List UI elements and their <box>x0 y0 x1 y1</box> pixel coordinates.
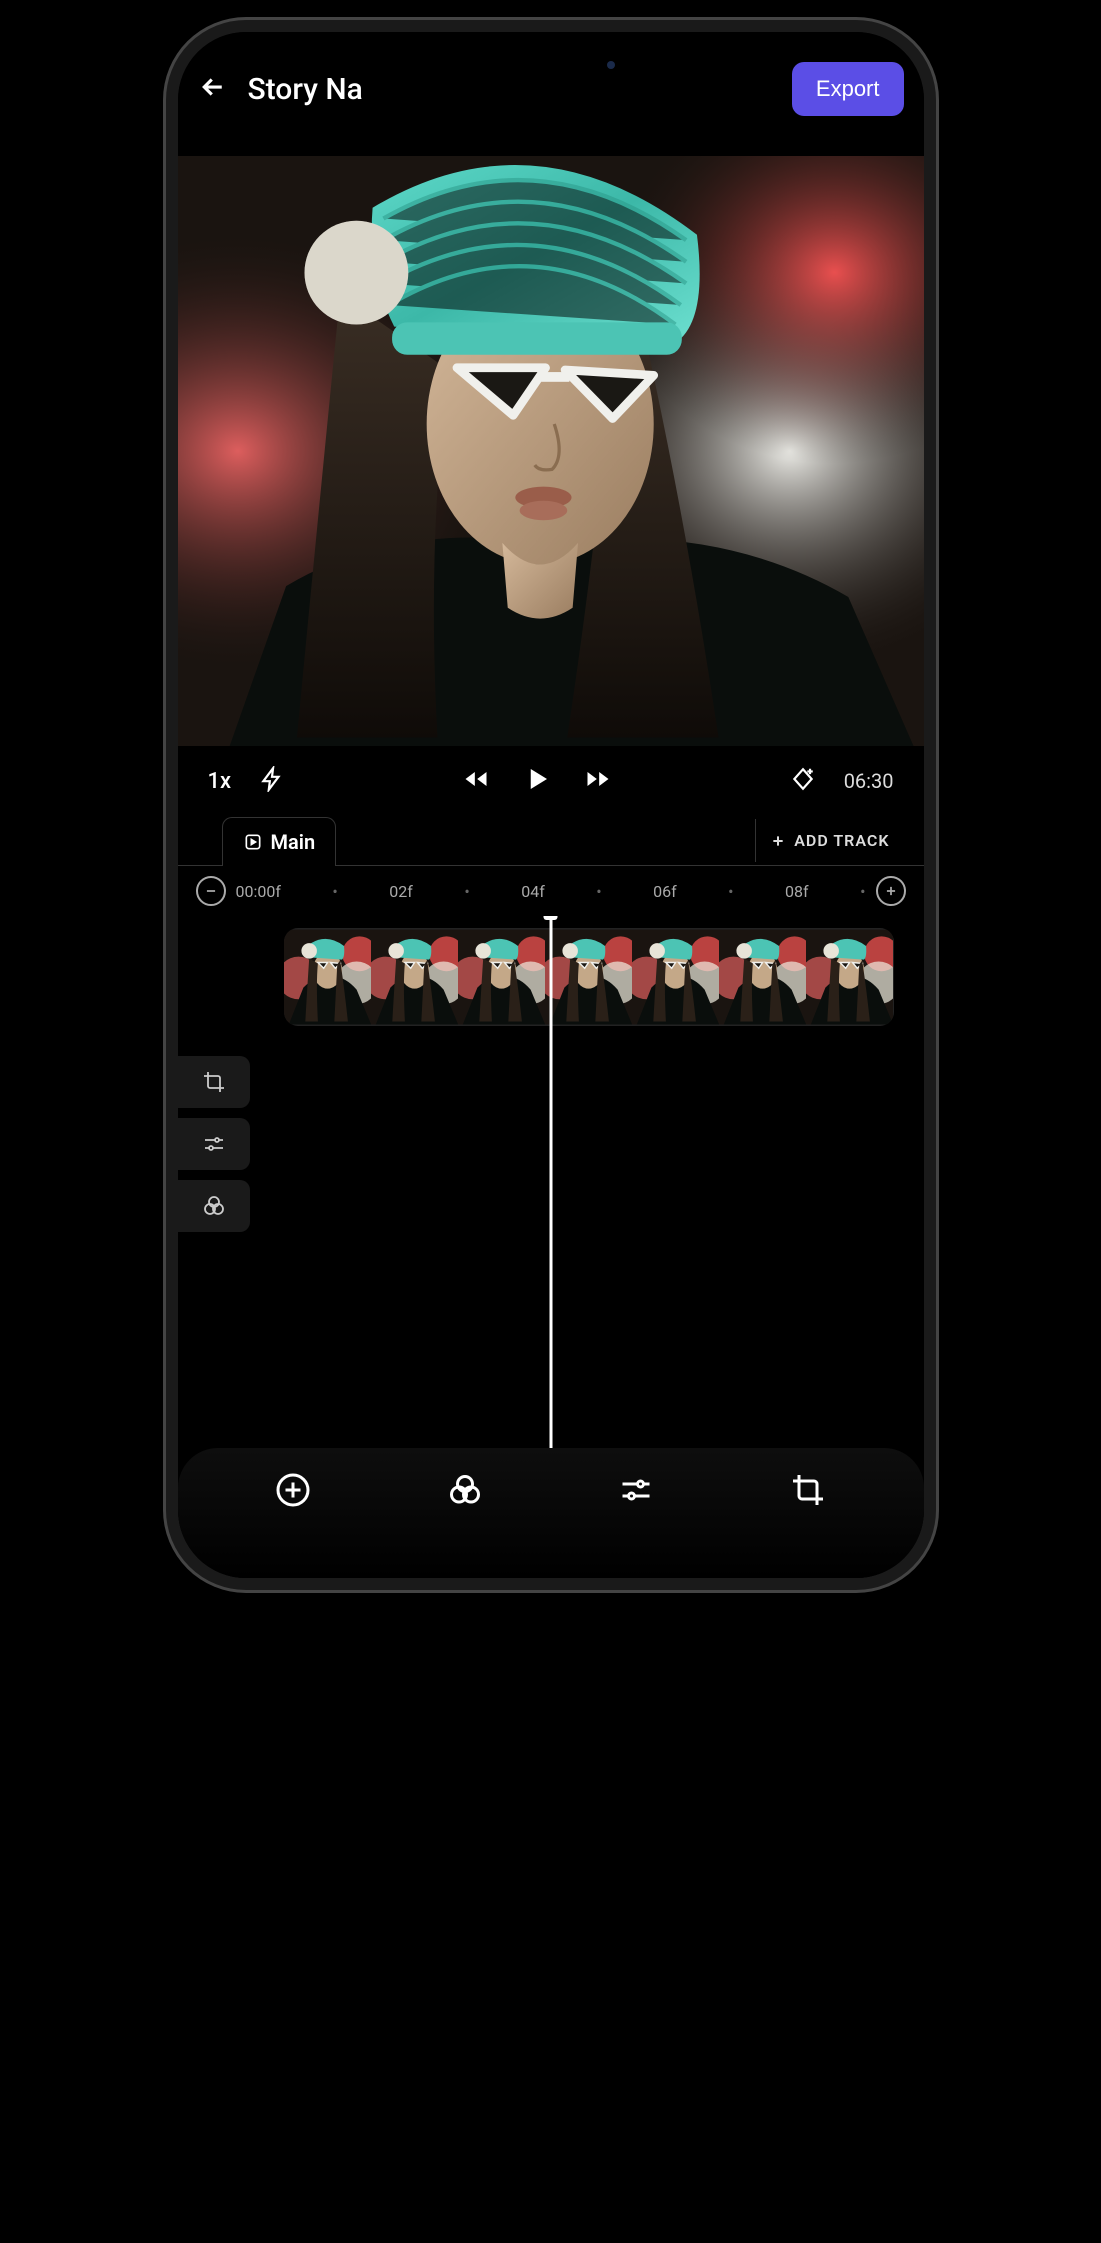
speed-button[interactable]: 1x <box>208 769 232 794</box>
sliders-icon <box>618 1472 654 1508</box>
ruler-dot: • <box>332 882 337 901</box>
side-crop-button[interactable] <box>178 1056 250 1108</box>
clip-thumb <box>284 928 371 1026</box>
playback-controls: 1x 06:30 <box>178 746 924 816</box>
timeline-area[interactable] <box>178 916 924 1448</box>
forward-button[interactable] <box>584 765 612 797</box>
clip-thumb <box>806 928 893 1026</box>
keyframe-add-icon <box>790 766 816 792</box>
filters-icon <box>202 1194 226 1218</box>
side-filters-button[interactable] <box>178 1180 250 1232</box>
ruler-mark: 02f <box>389 882 413 901</box>
ruler-mark: 04f <box>521 882 545 901</box>
video-preview[interactable] <box>178 156 924 746</box>
time-display: 06:30 <box>844 769 894 793</box>
tab-main-label: Main <box>271 830 316 854</box>
ruler-marks[interactable]: 00:00f • 02f • 04f • 06f • 08f • <box>226 882 876 901</box>
add-button[interactable] <box>271 1468 315 1512</box>
clip-thumb <box>458 928 545 1026</box>
video-clip[interactable] <box>284 928 894 1026</box>
header-left: Story Na <box>198 72 363 107</box>
plus-icon <box>770 833 786 849</box>
minus-icon <box>204 884 218 898</box>
clip-thumb <box>545 928 632 1026</box>
zoom-out-button[interactable] <box>196 876 226 906</box>
filters-button[interactable] <box>443 1468 487 1512</box>
clip-thumb <box>371 928 458 1026</box>
back-button[interactable] <box>198 72 228 106</box>
back-arrow-icon <box>198 72 228 102</box>
story-title: Story Na <box>248 72 363 107</box>
forward-icon <box>584 765 612 793</box>
ruler-mark: 06f <box>653 882 677 901</box>
ruler-dot: • <box>596 882 601 901</box>
keyframe-button[interactable] <box>790 766 816 796</box>
main-tab-icon <box>243 832 263 852</box>
tab-main[interactable]: Main <box>222 817 337 866</box>
add-circle-icon <box>275 1472 311 1508</box>
sliders-icon <box>202 1132 226 1156</box>
timeline-ruler: 00:00f • 02f • 04f • 06f • 08f • <box>178 866 924 916</box>
notch <box>461 44 641 86</box>
ruler-dot: • <box>860 882 865 901</box>
ruler-mark: 08f <box>785 882 809 901</box>
phone-frame: Story Na Export <box>166 20 936 1590</box>
playhead[interactable] <box>549 916 552 1448</box>
app-screen: Story Na Export <box>178 32 924 1578</box>
play-button[interactable] <box>522 764 552 798</box>
rewind-button[interactable] <box>462 765 490 797</box>
filters-icon <box>447 1472 483 1508</box>
crop-button[interactable] <box>786 1468 830 1512</box>
preview-image <box>178 156 924 746</box>
add-track-button[interactable]: ADD TRACK <box>755 819 903 862</box>
crop-icon <box>790 1472 826 1508</box>
flash-button[interactable] <box>259 766 285 796</box>
plus-icon <box>884 884 898 898</box>
side-adjust-button[interactable] <box>178 1118 250 1170</box>
side-tools <box>178 1056 250 1232</box>
clip-thumb <box>719 928 806 1026</box>
adjust-button[interactable] <box>614 1468 658 1512</box>
ruler-dot: • <box>728 882 733 901</box>
rewind-icon <box>462 765 490 793</box>
tabs-row: Main ADD TRACK <box>178 816 924 866</box>
ruler-mark: 00:00f <box>236 882 281 901</box>
add-track-label: ADD TRACK <box>794 831 889 850</box>
ruler-dot: • <box>464 882 469 901</box>
bottom-toolbar <box>178 1448 924 1578</box>
export-button[interactable]: Export <box>792 62 904 116</box>
lightning-icon <box>259 766 285 792</box>
zoom-in-button[interactable] <box>876 876 906 906</box>
play-icon <box>522 764 552 794</box>
clip-thumb <box>632 928 719 1026</box>
crop-icon <box>202 1070 226 1094</box>
